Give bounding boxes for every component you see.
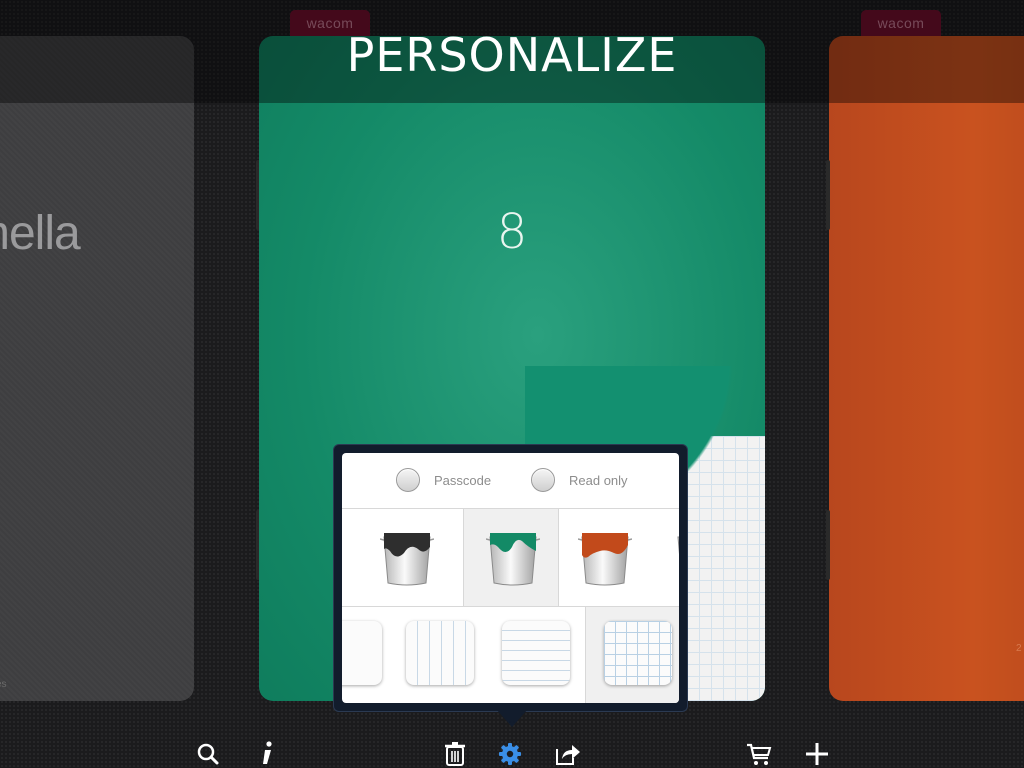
notebook-clip bbox=[826, 160, 830, 230]
read-only-option[interactable]: Read only bbox=[531, 467, 628, 493]
page-title: PERSONALIZE bbox=[346, 28, 678, 82]
plus-icon[interactable] bbox=[803, 739, 831, 767]
gear-icon[interactable] bbox=[496, 739, 524, 767]
bottom-toolbar bbox=[0, 735, 1024, 768]
notebook-left-title: mella bbox=[0, 207, 81, 260]
paper-horizontal-lines[interactable] bbox=[484, 607, 578, 703]
paper-horizontal-sheet bbox=[502, 621, 570, 685]
passcode-option[interactable]: Passcode bbox=[396, 467, 491, 493]
notebook-left[interactable]: mella es bbox=[0, 36, 194, 701]
paint-bucket-icon bbox=[677, 536, 679, 555]
paper-vertical-sheet bbox=[406, 621, 474, 685]
paper-blank[interactable] bbox=[342, 607, 390, 703]
options-row: Passcode Read only bbox=[342, 453, 679, 509]
cover-color-picker bbox=[342, 509, 679, 607]
trash-icon[interactable] bbox=[441, 739, 469, 767]
notebook-right[interactable]: 2 bbox=[829, 36, 1024, 701]
paper-grid-sheet bbox=[604, 621, 672, 685]
notebook-clip bbox=[826, 510, 830, 580]
passcode-radio[interactable] bbox=[396, 468, 420, 492]
color-swatch-green[interactable] bbox=[463, 509, 559, 606]
info-icon[interactable] bbox=[253, 739, 281, 767]
paper-grid[interactable] bbox=[585, 607, 679, 703]
share-icon[interactable] bbox=[553, 739, 581, 767]
notebook-left-footnote: es bbox=[0, 679, 7, 690]
paint-bucket-icon bbox=[380, 533, 434, 586]
paint-bucket-icon bbox=[486, 533, 540, 586]
color-swatch-gray[interactable] bbox=[652, 509, 679, 606]
cart-icon[interactable] bbox=[745, 739, 773, 767]
popover-content: Passcode Read only bbox=[342, 453, 679, 703]
paper-blank-sheet bbox=[342, 621, 382, 685]
read-only-radio[interactable] bbox=[531, 468, 555, 492]
notebook-right-footnote: 2 bbox=[1016, 643, 1022, 654]
popover-arrow bbox=[496, 709, 528, 727]
color-swatch-orange[interactable] bbox=[556, 509, 650, 606]
read-only-label: Read only bbox=[569, 472, 628, 488]
personalize-popover: Passcode Read only bbox=[333, 444, 688, 727]
paint-bucket-icon bbox=[578, 533, 632, 586]
color-swatch-black[interactable] bbox=[358, 509, 452, 606]
passcode-label: Passcode bbox=[434, 472, 492, 488]
notebook-center-title: 8 bbox=[496, 204, 528, 260]
search-icon[interactable] bbox=[194, 739, 222, 767]
paper-vertical-lines[interactable] bbox=[388, 607, 482, 703]
